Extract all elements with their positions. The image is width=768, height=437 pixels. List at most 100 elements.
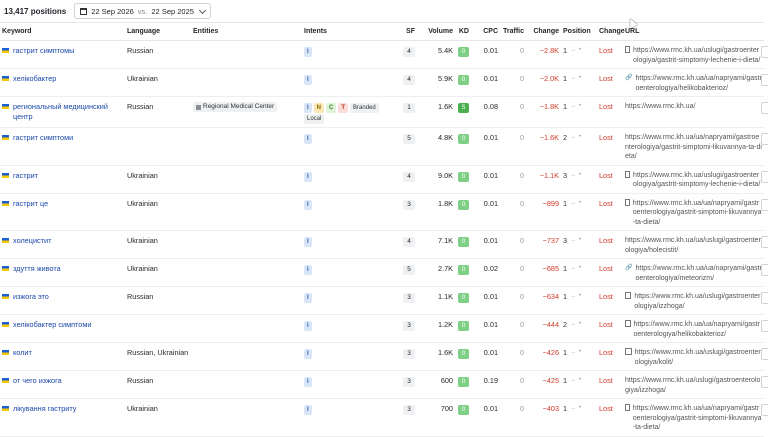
col-language[interactable]: Language (125, 22, 191, 41)
row-action-button[interactable] (761, 46, 768, 58)
sf-badge[interactable]: 4 (403, 47, 415, 57)
url-cell: https://www.rmc.kh.ua/ua/napryami/gastro… (623, 314, 768, 343)
sf-cell: 4 (401, 165, 417, 194)
url-link[interactable]: https://www.rmc.kh.ua/uslugi/gastroenter… (634, 292, 762, 311)
traffic-cell: 0 (500, 230, 526, 259)
col-entities[interactable]: Entities (191, 22, 302, 41)
row-action-button[interactable] (761, 236, 768, 248)
row-action-button[interactable] (761, 376, 768, 388)
keyword-link[interactable]: изжога это (13, 292, 49, 302)
row-action-button[interactable] (761, 74, 768, 86)
traffic-change-cell: −1.1K (526, 165, 561, 194)
status-cell: Lost (597, 127, 623, 166)
table-row[interactable]: лікування гастриту Ukrainian I 3 700 0 0… (0, 398, 768, 437)
sf-badge[interactable]: 3 (403, 349, 415, 359)
keyword-link[interactable]: здуття живота (13, 264, 61, 274)
keyword-link[interactable]: гастрит симптоми (13, 133, 73, 143)
sf-badge[interactable]: 5 (403, 265, 415, 275)
language-cell: Russian (125, 40, 191, 69)
kd-cell: 0 (455, 342, 471, 371)
row-action-button[interactable] (761, 198, 768, 211)
table-row[interactable]: холецистит Ukrainian I 4 7.1K 0 0.01 0 −… (0, 230, 768, 259)
keyword-link[interactable]: от чего изжога (13, 376, 62, 386)
status-cell: Lost (597, 258, 623, 287)
volume-cell: 1.8K (417, 193, 455, 231)
keyword-link[interactable]: колит (13, 348, 32, 358)
row-action-button[interactable] (761, 102, 768, 114)
sf-badge[interactable]: 1 (403, 103, 415, 113)
table-row[interactable]: хелікобактер симптоми I 3 1.2K 0 0.01 0 … (0, 314, 768, 343)
table-row[interactable]: хелікобактер Ukrainian I 4 5.9K 0 0.01 0… (0, 68, 768, 97)
sf-badge[interactable]: 3 (403, 377, 415, 387)
col-cpc[interactable]: CPC (471, 22, 500, 41)
url-link[interactable]: https://www.rmc.kh.ua/uslugi/gastroenter… (633, 46, 762, 65)
keyword-link[interactable]: региональный медицинский центр (13, 102, 123, 121)
volume-cell: 4.8K (417, 127, 455, 166)
position-dropped-icon: • (579, 349, 582, 355)
row-action-button[interactable] (761, 404, 768, 416)
table-row[interactable]: гастрит симптомы Russian I 4 5.4K 0 0.01… (0, 40, 768, 69)
position-cell: 3 → • (561, 230, 597, 259)
table-row[interactable]: от чего изжога Russian I 3 600 0 0.19 0 … (0, 370, 768, 399)
url-link[interactable]: https://www.rmc.kh.ua/ua/napryami/gastro… (634, 320, 762, 339)
sf-badge[interactable]: 3 (403, 293, 415, 303)
table-row[interactable]: гастрит симптоми I 5 4.8K 0 0.01 0 −1.6K… (0, 127, 768, 166)
row-action-button[interactable] (761, 348, 768, 360)
row-action-button[interactable] (761, 170, 768, 183)
url-link[interactable]: https://www.rmc.kh.ua/ua/napryami/gastro… (635, 264, 762, 283)
table-row[interactable]: гастрит Ukrainian I 4 9.0K 0 0.01 0 −1.1… (0, 165, 768, 194)
url-link[interactable]: https://www.rmc.kh.ua/uslugi/gastroenter… (633, 171, 762, 190)
col-position[interactable]: Position (561, 22, 597, 41)
sf-cell: 3 (401, 370, 417, 399)
keyword-link[interactable]: лікування гастриту (13, 404, 76, 414)
col-keyword[interactable]: Keyword (0, 22, 125, 41)
col-sf[interactable]: SF (401, 22, 417, 41)
keyword-link[interactable]: гастрит (13, 171, 38, 181)
sf-badge[interactable]: 5 (403, 134, 415, 144)
col-change[interactable]: Change (526, 22, 561, 41)
sf-badge[interactable]: 4 (403, 75, 415, 85)
traffic-change-cell: −2.0K (526, 68, 561, 97)
url-link[interactable]: https://www.rmc.kh.ua/ua/napryami/gastro… (633, 404, 762, 433)
keyword-link[interactable]: хелікобактер симптоми (13, 320, 91, 330)
url-link[interactable]: https://www.rmc.kh.ua/uslugi/gastroenter… (625, 376, 762, 395)
table-row[interactable]: региональный медицинский центр Russian R… (0, 96, 768, 128)
col-intents[interactable]: Intents (302, 22, 401, 41)
ukraine-flag-icon (2, 200, 9, 206)
table-row[interactable]: изжога это Russian I 3 1.1K 0 0.01 0 −63… (0, 286, 768, 315)
sf-badge[interactable]: 4 (403, 237, 415, 247)
url-link[interactable]: https://www.rmc.kh.ua/ (625, 102, 695, 112)
url-link[interactable]: https://www.rmc.kh.ua/ua/napryami/gastro… (625, 133, 762, 162)
row-action-button[interactable] (761, 133, 768, 145)
sf-badge[interactable]: 3 (403, 405, 415, 415)
sf-badge[interactable]: 4 (403, 171, 415, 182)
sf-badge[interactable]: 3 (403, 199, 415, 210)
table-row[interactable]: колит Russian, Ukrainian I 3 1.6K 0 0.01… (0, 342, 768, 371)
row-action-button[interactable] (761, 320, 768, 332)
keyword-link[interactable]: гастрит симптомы (13, 46, 74, 56)
row-action-button[interactable] (761, 292, 768, 304)
col-url[interactable]: URL (623, 22, 764, 41)
col-traffic[interactable]: Traffic (500, 22, 526, 41)
sf-badge[interactable]: 3 (403, 321, 415, 331)
url-link[interactable]: https://www.rmc.kh.ua/ua/uslugi/gastroen… (625, 236, 762, 255)
image-icon (625, 170, 631, 178)
row-action-button[interactable] (761, 264, 768, 276)
ukraine-flag-icon (2, 350, 9, 355)
entity-chip[interactable]: Regional Medical Center (193, 102, 278, 112)
url-link[interactable]: https://www.rmc.kh.ua/uslugi/gastroenter… (635, 348, 762, 367)
date-compare-picker[interactable]: 22 Sep 2026 vs. 22 Sep 2025 (74, 3, 211, 19)
kd-badge: 5 (458, 103, 469, 113)
table-row[interactable]: гастрит це Ukrainian I 3 1.8K 0 0.01 0 −… (0, 193, 768, 231)
keyword-link[interactable]: гастрит це (13, 199, 48, 209)
table-row[interactable]: здуття живота Ukrainian I 5 2.7K 0 0.02 … (0, 258, 768, 287)
traffic-cell: 0 (500, 258, 526, 287)
col-volume[interactable]: Volume (417, 22, 455, 41)
url-link[interactable]: https://www.rmc.kh.ua/ua/napryami/gastro… (633, 199, 762, 228)
col-kd[interactable]: KD (455, 22, 471, 41)
col-position-change[interactable]: Change (597, 22, 625, 41)
keyword-link[interactable]: хелікобактер (13, 74, 56, 84)
entities-cell (191, 370, 302, 399)
keyword-link[interactable]: холецистит (13, 236, 51, 246)
url-link[interactable]: https://www.rmc.kh.ua/ua/napryami/gastro… (635, 74, 762, 93)
